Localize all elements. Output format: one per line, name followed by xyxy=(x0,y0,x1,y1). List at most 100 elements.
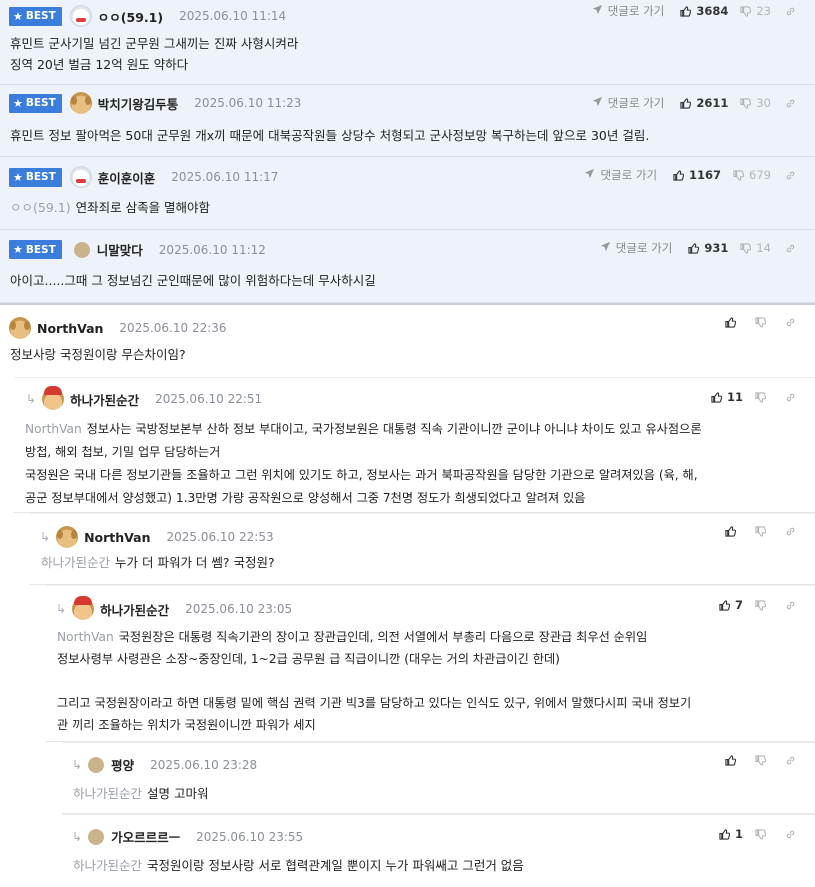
nickname[interactable]: 하나가된순간 xyxy=(70,390,139,409)
nickname[interactable]: ㅇㅇ(59.1) xyxy=(98,7,163,26)
comment-date: 2025.06.10 11:14 xyxy=(179,9,287,23)
downvote-count: 14 xyxy=(756,241,771,255)
nickname[interactable]: 니말맞다 xyxy=(97,240,143,259)
downvote-button[interactable]: 679 xyxy=(733,168,771,182)
reply-to-nick[interactable]: NorthVan xyxy=(25,422,82,436)
downvote-button[interactable] xyxy=(755,600,771,611)
goto-label: 댓글로 가기 xyxy=(600,168,658,182)
comment-date: 2025.06.10 23:28 xyxy=(150,757,258,772)
copy-link-button[interactable] xyxy=(785,170,801,181)
downvote-button[interactable]: 14 xyxy=(740,241,771,255)
upvote-button[interactable] xyxy=(725,755,741,766)
goto-comment-link[interactable]: 댓글로 가기 xyxy=(592,3,664,19)
best-badge: ★ BEST xyxy=(9,6,62,26)
downvote-button[interactable]: 23 xyxy=(740,4,771,18)
avatar[interactable] xyxy=(42,386,65,410)
reply-to-nick[interactable]: 하나가된순간 xyxy=(41,555,110,570)
nickname[interactable]: 박치기왕김두통 xyxy=(98,94,179,113)
downvote-button[interactable] xyxy=(755,317,771,328)
thumb-up-icon xyxy=(711,392,722,403)
comment-line: 그리고 국정원장이라고 하면 대통령 밑에 핵심 권력 기관 빅3를 담당하고 … xyxy=(57,696,692,710)
avatar[interactable] xyxy=(88,828,105,845)
nickname[interactable]: 하나가된순간 xyxy=(100,600,169,619)
comment-line: 공군 정보부대에서 양성했고) 1.3만명 가량 공작원으로 양성해서 그중 7… xyxy=(25,491,586,505)
copy-link-button[interactable] xyxy=(785,6,801,17)
thumb-down-icon xyxy=(755,755,766,766)
upvote-count: 1167 xyxy=(689,168,722,182)
thumb-up-icon xyxy=(719,829,730,840)
goto-comment-link[interactable]: 댓글로 가기 xyxy=(584,167,657,183)
avatar[interactable] xyxy=(56,526,79,548)
goto-label: 댓글로 가기 xyxy=(615,241,673,255)
downvote-button[interactable]: 30 xyxy=(740,96,771,110)
copy-link-button[interactable] xyxy=(785,526,801,537)
reply-comment: ↳ 하나가된순간 2025.06.10 23:05 7 NorthVan 국정원장… xyxy=(46,585,815,742)
thumb-up-icon xyxy=(725,755,736,766)
reply-arrow-icon: ↳ xyxy=(72,829,83,844)
upvote-button[interactable]: 11 xyxy=(711,390,743,404)
copy-link-button[interactable] xyxy=(785,755,801,766)
comment-body: ㅇㅇ(59.1) 연좌죄로 삼족을 멸해야함 xyxy=(10,197,801,218)
goto-comment-link[interactable]: 댓글로 가기 xyxy=(600,240,673,256)
comment-body: 휴민트 군사기밀 넘긴 군무원 그새끼는 진짜 사형시켜라 징역 20년 벌금 … xyxy=(10,33,801,75)
comment-actions: 댓글로 가기 931 14 xyxy=(600,240,801,256)
best-label: BEST xyxy=(25,97,56,109)
reply-comment: ↳ NorthVan 2025.06.10 22:53 하나가된순간 누가 더 파… xyxy=(30,513,815,585)
avatar[interactable] xyxy=(9,317,31,339)
thumb-down-icon xyxy=(740,243,751,254)
downvote-button[interactable] xyxy=(755,526,771,537)
avatar[interactable] xyxy=(69,5,92,27)
thumb-up-icon xyxy=(719,600,730,611)
goto-label: 댓글로 가기 xyxy=(607,96,665,110)
copy-link-button[interactable] xyxy=(785,317,801,328)
downvote-button[interactable] xyxy=(755,392,771,403)
comment-date: 2025.06.10 23:55 xyxy=(196,829,304,844)
comment-line: 휴민트 군사기밀 넘긴 군무원 그새끼는 진짜 사형시켜라 xyxy=(10,36,299,51)
upvote-button[interactable]: 3684 xyxy=(680,4,728,18)
reply-to-nick[interactable]: NorthVan xyxy=(57,630,114,644)
copy-link-button[interactable] xyxy=(785,98,801,109)
comment-header: ↳ 평양 2025.06.10 23:28 xyxy=(72,755,257,774)
reply-to-nick[interactable]: 하나가된순간 xyxy=(73,786,142,801)
comment-header: ↳ 하나가된순간 2025.06.10 22:51 xyxy=(26,386,262,410)
avatar[interactable] xyxy=(73,241,90,258)
star-icon: ★ xyxy=(13,9,23,23)
upvote-count: 3684 xyxy=(696,4,729,18)
best-label: BEST xyxy=(25,243,56,256)
thumb-down-icon xyxy=(755,392,766,403)
link-icon xyxy=(785,755,796,766)
link-icon xyxy=(785,243,796,254)
upvote-button[interactable]: 931 xyxy=(688,241,728,255)
avatar[interactable] xyxy=(72,596,95,620)
upvote-button[interactable] xyxy=(725,526,741,537)
avatar[interactable] xyxy=(69,92,92,114)
nickname[interactable]: NorthVan xyxy=(84,530,150,545)
comment-line: 아이고.....그때 그 정보넘긴 군인때문에 많이 위험하다는데 무사하시길 xyxy=(10,273,376,288)
link-icon xyxy=(785,6,796,17)
nickname[interactable]: 가오르르르ㅡ xyxy=(111,827,180,846)
nickname[interactable]: 평양 xyxy=(111,755,134,774)
nickname[interactable]: NorthVan xyxy=(37,321,103,336)
upvote-button[interactable]: 1167 xyxy=(673,168,721,182)
reply-to-nick[interactable]: ㅇㅇ(59.1) xyxy=(10,200,71,215)
downvote-button[interactable] xyxy=(755,829,771,840)
upvote-count: 931 xyxy=(704,241,729,255)
upvote-button[interactable]: 2611 xyxy=(680,96,728,110)
comment-header: ↳ 하나가된순간 2025.06.10 23:05 xyxy=(56,596,292,620)
downvote-button[interactable] xyxy=(755,755,771,766)
nickname[interactable]: 훈이훈이훈 xyxy=(98,168,156,187)
copy-link-button[interactable] xyxy=(785,392,801,403)
upvote-button[interactable] xyxy=(725,317,741,328)
copy-link-button[interactable] xyxy=(785,829,801,840)
avatar[interactable] xyxy=(88,756,105,773)
upvote-button[interactable]: 1 xyxy=(719,827,743,841)
reply-to-nick[interactable]: 하나가된순간 xyxy=(73,858,142,873)
comment-body: 정보사랑 국정원이랑 무슨차이임? xyxy=(10,344,801,365)
best-badge: ★ BEST xyxy=(9,167,62,187)
comment-line: 정보사령부 사령관은 소장~중장인데, 1~2급 공무원 급 직급이니깐 (대우… xyxy=(57,652,560,666)
copy-link-button[interactable] xyxy=(785,600,801,611)
copy-link-button[interactable] xyxy=(785,243,801,254)
upvote-button[interactable]: 7 xyxy=(719,598,743,612)
goto-comment-link[interactable]: 댓글로 가기 xyxy=(592,95,665,111)
avatar[interactable] xyxy=(69,166,92,188)
